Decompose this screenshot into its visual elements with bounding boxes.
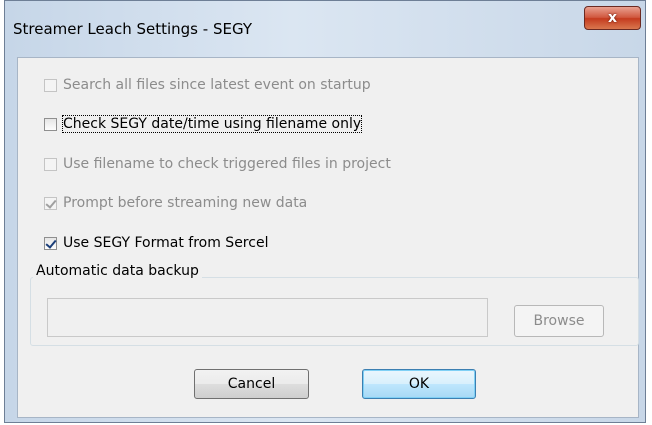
- ok-button[interactable]: OK: [362, 369, 476, 399]
- prompt-before-streaming-checkbox[interactable]: [44, 196, 57, 210]
- browse-button[interactable]: Browse: [514, 305, 604, 337]
- option-use-segy-format: Use SEGY Format from Sercel: [44, 233, 268, 253]
- use-filename-triggered-checkbox[interactable]: [44, 157, 57, 171]
- backup-path-field[interactable]: [47, 298, 488, 337]
- check-segy-date-label[interactable]: Check SEGY date/time using filename only: [61, 115, 363, 133]
- use-filename-triggered-label: Use filename to check triggered files in…: [63, 156, 391, 172]
- close-icon: x: [607, 10, 618, 26]
- cancel-button[interactable]: Cancel: [194, 369, 309, 399]
- use-segy-format-checkbox[interactable]: [44, 236, 57, 250]
- use-segy-format-label: Use SEGY Format from Sercel: [63, 235, 269, 251]
- backup-group-title: Automatic data backup: [33, 263, 202, 279]
- window-title: Streamer Leach Settings - SEGY: [13, 20, 252, 38]
- search-all-files-label: Search all files since latest event on s…: [63, 77, 371, 93]
- close-button[interactable]: x: [584, 6, 641, 30]
- dialog-client-area: Search all files since latest event on s…: [17, 57, 639, 418]
- settings-dialog: Streamer Leach Settings - SEGY x Search …: [4, 0, 646, 423]
- search-all-files-checkbox[interactable]: [44, 78, 57, 92]
- check-segy-date-checkbox[interactable]: [44, 117, 57, 131]
- option-prompt-before-streaming: Prompt before streaming new data: [44, 193, 307, 213]
- prompt-before-streaming-label: Prompt before streaming new data: [63, 195, 308, 211]
- option-use-filename-triggered: Use filename to check triggered files in…: [44, 154, 391, 174]
- option-check-segy-date: Check SEGY date/time using filename only: [44, 114, 363, 134]
- option-search-all-files: Search all files since latest event on s…: [44, 75, 371, 95]
